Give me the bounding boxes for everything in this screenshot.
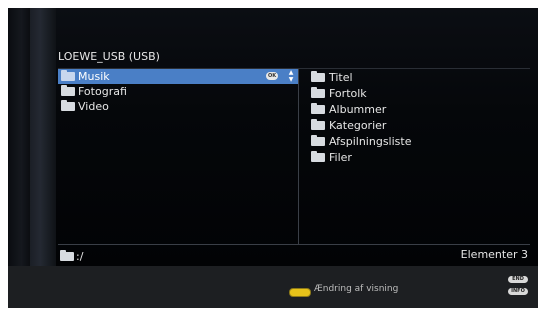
folder-icon bbox=[311, 135, 325, 146]
list-item-label: Filer bbox=[329, 151, 352, 164]
list-item-fotografi[interactable]: Fotografi bbox=[58, 84, 298, 99]
list-item-afspilningsliste[interactable]: Afspilningsliste bbox=[311, 134, 411, 149]
device-title: LOEWE_USB (USB) bbox=[58, 50, 160, 63]
item-count: Elementer 3 bbox=[460, 248, 528, 261]
folder-icon bbox=[311, 87, 325, 98]
up-down-arrows-icon: ▲ ▼ bbox=[288, 69, 294, 83]
path-label: :/ bbox=[76, 249, 84, 263]
list-item-titel[interactable]: Titel bbox=[311, 70, 353, 85]
list-item-label: Fotografi bbox=[78, 85, 127, 98]
list-item-label: Albummer bbox=[329, 103, 387, 116]
list-item-fortolk[interactable]: Fortolk bbox=[311, 86, 367, 101]
footer-bar: Ændring af visning END INFO bbox=[8, 266, 538, 308]
list-item-label: Kategorier bbox=[329, 119, 387, 132]
current-path: :/ bbox=[60, 249, 83, 263]
ok-icon: OK bbox=[266, 72, 278, 80]
list-item-video[interactable]: Video bbox=[58, 99, 298, 114]
folder-icon bbox=[311, 71, 325, 82]
tv-screen: LOEWE_USB (USB) Musik OK ▲ ▼ Fotografi Vi… bbox=[8, 8, 538, 308]
folder-icon bbox=[311, 119, 325, 130]
decorative-column bbox=[30, 8, 56, 266]
category-list: Musik OK ▲ ▼ Fotografi Video bbox=[58, 69, 298, 244]
yellow-button-icon bbox=[289, 288, 311, 297]
folder-icon bbox=[61, 85, 75, 96]
list-item-label: Video bbox=[78, 100, 109, 113]
list-item-albummer[interactable]: Albummer bbox=[311, 102, 386, 117]
end-button[interactable]: END bbox=[508, 276, 528, 283]
list-item-label: Titel bbox=[329, 71, 353, 84]
change-view-label[interactable]: Ændring af visning bbox=[314, 284, 398, 294]
folder-icon bbox=[60, 249, 74, 261]
decorative-column bbox=[8, 8, 30, 266]
divider bbox=[58, 244, 530, 245]
folder-icon bbox=[61, 70, 75, 81]
list-item-label: Musik bbox=[78, 70, 110, 83]
subcategory-list: Titel Fortolk Albummer Kategorier Afspil… bbox=[311, 69, 530, 244]
folder-icon bbox=[311, 103, 325, 114]
list-item-label: Fortolk bbox=[329, 87, 367, 100]
list-item-label: Afspilningsliste bbox=[329, 135, 412, 148]
folder-icon bbox=[61, 100, 75, 111]
list-item-kategorier[interactable]: Kategorier bbox=[311, 118, 386, 133]
list-item-filer[interactable]: Filer bbox=[311, 150, 352, 165]
pane-divider bbox=[298, 69, 299, 245]
list-item-musik[interactable]: Musik OK ▲ ▼ bbox=[58, 69, 298, 84]
info-button[interactable]: INFO bbox=[508, 288, 528, 295]
folder-icon bbox=[311, 151, 325, 162]
